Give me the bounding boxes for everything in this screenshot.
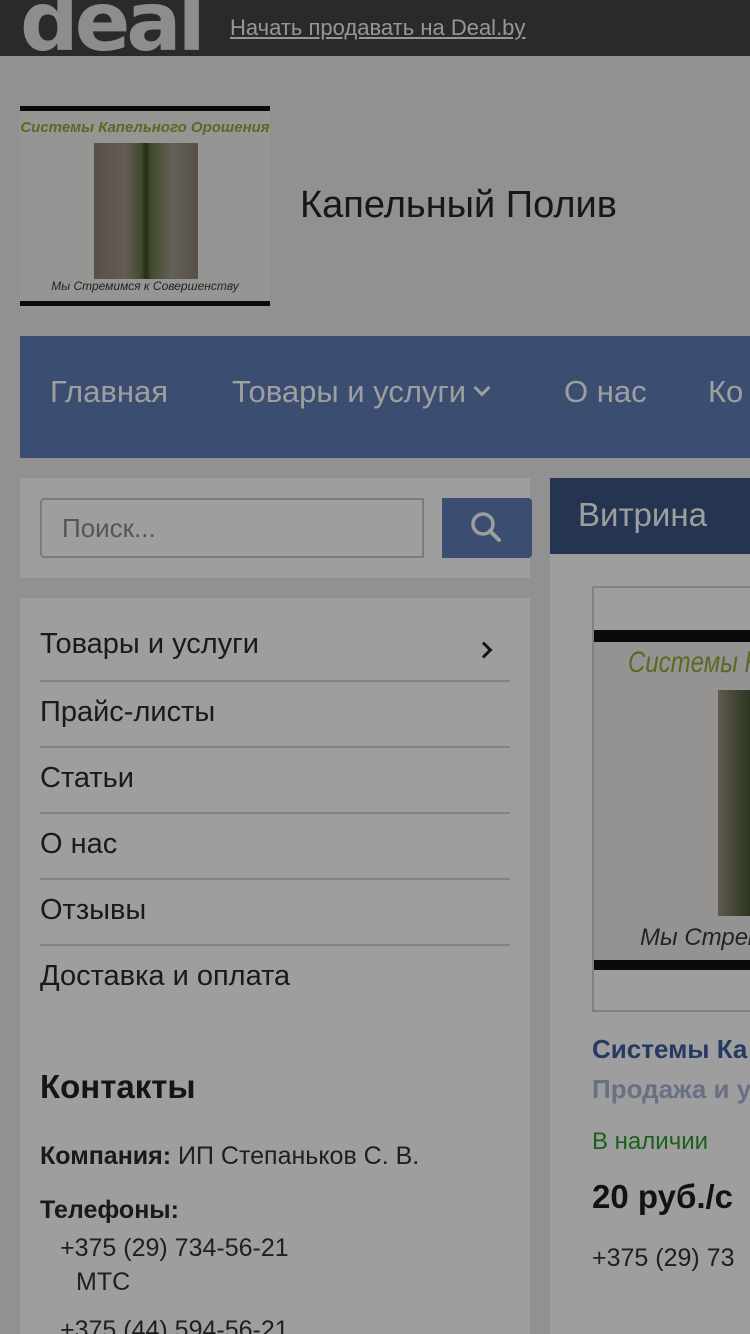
company-logo[interactable]: Системы Капельного Орошения Мы Стремимся… <box>20 106 270 306</box>
product-subtitle-link[interactable]: Продажа и у <box>592 1074 750 1105</box>
sidebar-item-products[interactable]: Товары и услуги <box>40 628 510 661</box>
divider <box>40 812 510 814</box>
showcase-title: Витрина <box>578 496 707 533</box>
nav-item-contacts[interactable]: Ко <box>708 374 743 410</box>
shop-title: Капельный Полив <box>300 184 617 226</box>
company-info: Компания: ИП Степаньков С. В. <box>40 1142 419 1171</box>
sidebar-item-pricelists[interactable]: Прайс-листы <box>40 696 510 729</box>
stock-status: В наличии <box>592 1128 709 1155</box>
nav-item-about[interactable]: О нас <box>564 374 647 410</box>
search-icon <box>471 512 501 542</box>
top-bar: deal Начать продавать на Deal.by <box>0 0 750 64</box>
showcase: Системы Ка Мы Стрем Системы Ка Продажа и… <box>550 554 750 1334</box>
product-photo <box>718 690 750 916</box>
sidebar-item-articles[interactable]: Статьи <box>40 762 510 795</box>
deal-logo[interactable]: deal <box>20 0 206 64</box>
product-phone[interactable]: +375 (29) 73 <box>592 1244 734 1273</box>
nav-item-label: Товары и услуги <box>232 374 467 409</box>
sidebar: Товары и услуги Прайс-листы Статьи О нас… <box>20 598 530 1334</box>
sidebar-item-about[interactable]: О нас <box>40 828 510 861</box>
phone-number[interactable]: +375 (44) 594-56-21 <box>60 1316 289 1334</box>
nav-item-home[interactable]: Главная <box>50 374 168 410</box>
search-input[interactable] <box>40 498 424 558</box>
product-image-frame[interactable]: Системы Ка Мы Стрем <box>592 586 750 1012</box>
logo-bottom-text: Мы Стремимся к Совершенству <box>51 279 239 293</box>
nav-item-label: Главная <box>50 374 168 409</box>
phones-label: Телефоны: <box>40 1196 179 1224</box>
nav-item-label: Ко <box>708 374 744 409</box>
company-name: ИП Степаньков С. В. <box>178 1142 420 1170</box>
phone-operator: МТС <box>76 1268 131 1296</box>
divider <box>40 878 510 880</box>
product-image-top-text: Системы Ка <box>628 646 750 679</box>
phone-number[interactable]: +375 (29) 734-56-21 <box>60 1234 289 1263</box>
contacts-title: Контакты <box>40 1068 196 1105</box>
logo-top-text: Системы Капельного Орошения <box>20 119 270 136</box>
search-button[interactable] <box>442 498 532 558</box>
sidebar-item-delivery[interactable]: Доставка и оплата <box>40 960 510 993</box>
chevron-down-icon <box>473 379 491 397</box>
nav-item-label: О нас <box>564 374 647 409</box>
product-image-bottom-text: Мы Стрем <box>640 924 750 951</box>
showcase-header: Витрина <box>550 478 750 554</box>
product-name-link[interactable]: Системы Ка <box>592 1034 747 1065</box>
divider <box>40 746 510 748</box>
product-image[interactable]: Системы Ка Мы Стрем <box>594 630 750 970</box>
main-nav: Главная Товары и услуги О нас Ко <box>20 336 750 458</box>
product-price: 20 руб./с <box>592 1178 734 1215</box>
start-selling-link[interactable]: Начать продавать на Deal.by <box>230 15 525 41</box>
sidebar-item-reviews[interactable]: Отзывы <box>40 894 510 927</box>
logo-photo <box>94 143 198 279</box>
company-label: Компания: <box>40 1142 172 1170</box>
divider <box>40 944 510 946</box>
divider <box>40 680 510 682</box>
search-card <box>20 478 532 578</box>
nav-item-products[interactable]: Товары и услуги <box>232 374 491 410</box>
